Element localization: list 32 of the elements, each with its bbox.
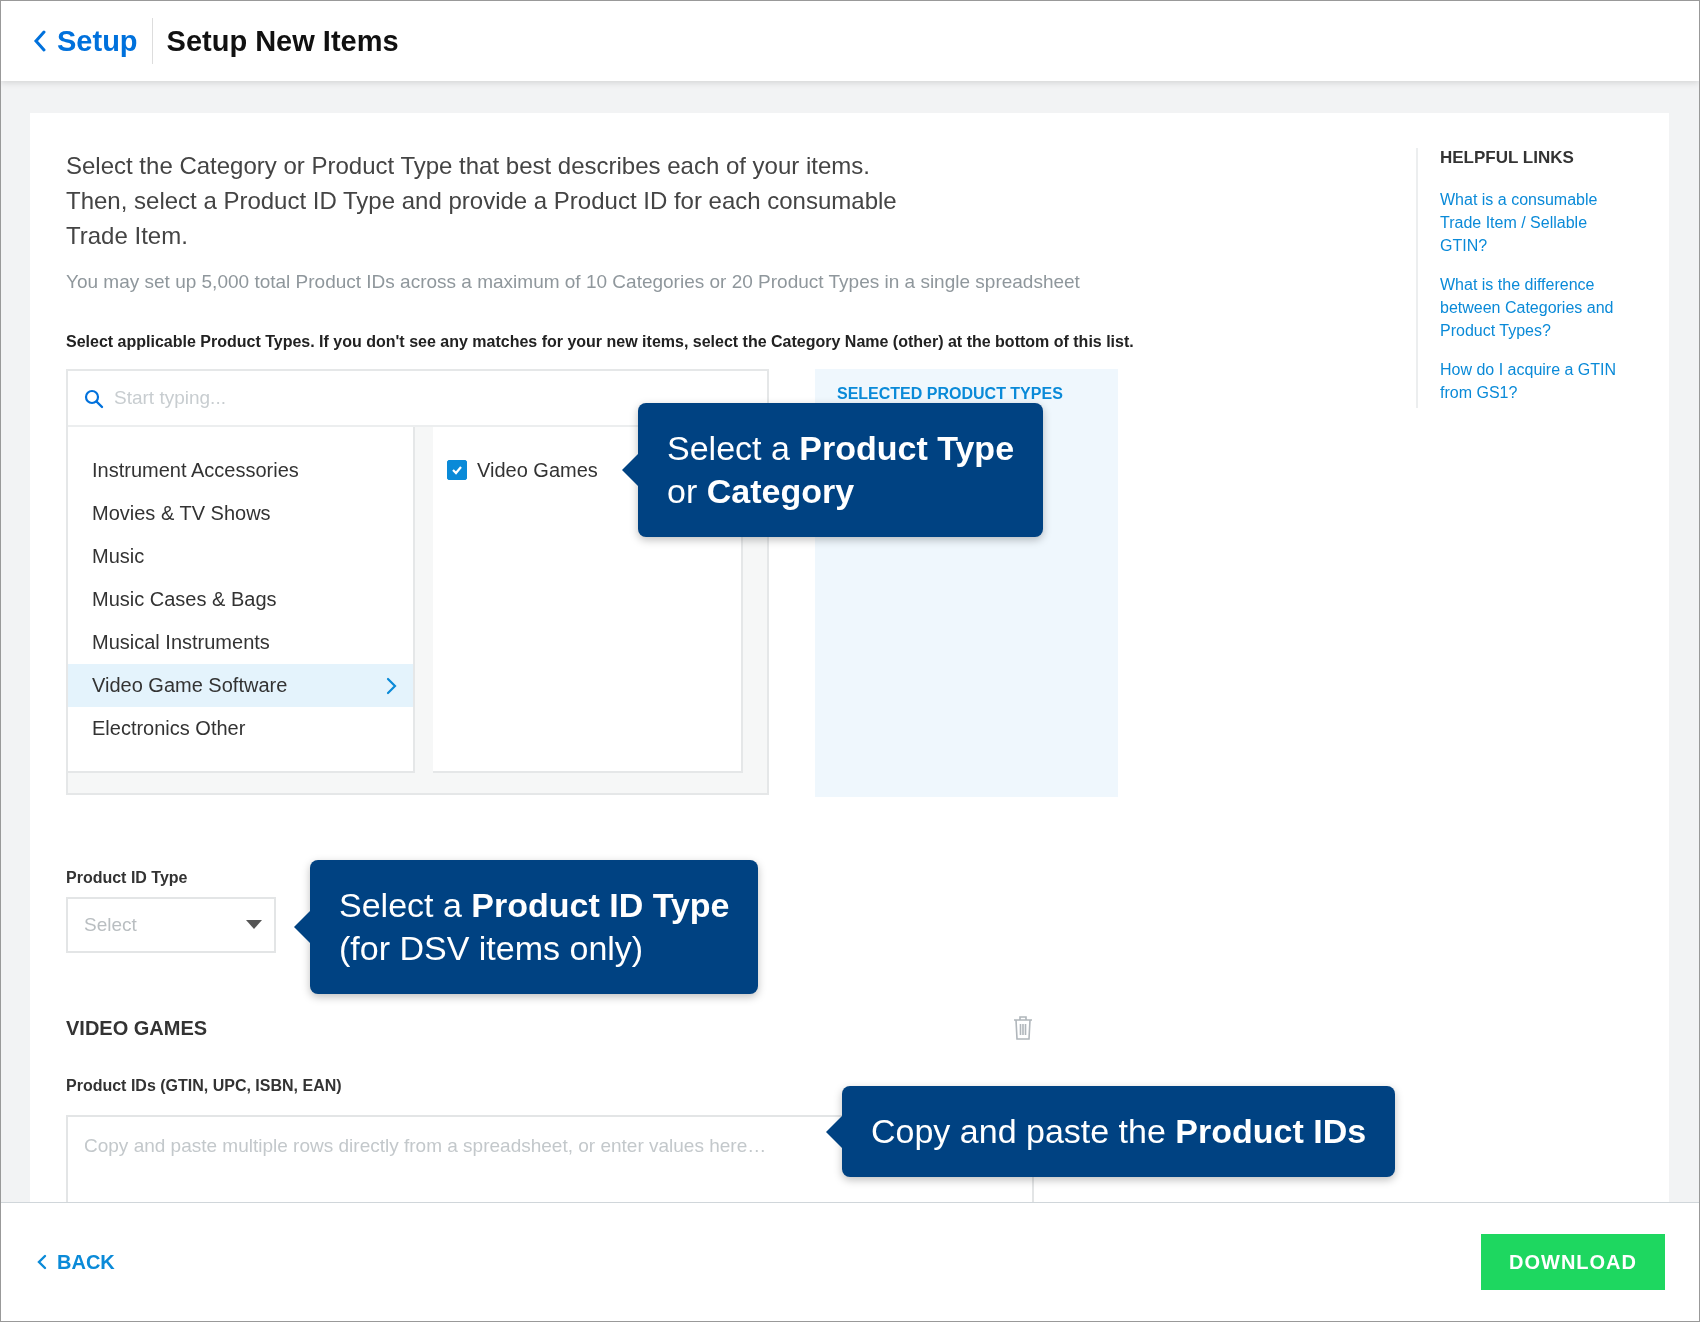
help-link[interactable]: What is a consumable Trade Item / Sellable GTIN? (1440, 188, 1630, 257)
callout-pointer (294, 911, 310, 943)
limit-note: You may set up 5,000 total Product IDs across a maximum of 10 Categories or 20 Product Types in a single spreadsheet (66, 271, 1081, 293)
category-item[interactable]: Instrument Accessories (68, 449, 413, 492)
helpful-links-title: HELPFUL LINKS (1440, 148, 1575, 168)
intro-text: Select the Category or Product Type that best describes each of your items. (66, 151, 871, 181)
section-title: VIDEO GAMES (66, 1016, 208, 1040)
checkbox[interactable] (447, 460, 467, 480)
chevron-right-icon (385, 676, 397, 695)
field-label: Product ID Type (66, 869, 189, 887)
category-item[interactable]: Musical Instruments (68, 621, 413, 664)
category-item[interactable]: Video Game Software (68, 664, 413, 707)
instruction-text: Select applicable Product Types. If you don't see any matches for your new items, select the Category Name (other) at the bottom of this list. (66, 333, 1135, 351)
caret-icon (246, 920, 262, 930)
intro-text: Then, select a Product ID Type and provide a Product ID for each consumable Trade Item. (66, 186, 898, 251)
category-item[interactable]: Electronics Other (68, 707, 413, 750)
product-type-label: Video Games (477, 458, 598, 482)
help-link[interactable]: How do I acquire a GTIN from GS1? (1440, 358, 1630, 404)
trash-icon[interactable] (1012, 1015, 1034, 1041)
chevron-left-icon (33, 30, 47, 52)
category-item[interactable]: Music Cases & Bags (68, 578, 413, 621)
field-label: Product IDs (GTIN, UPC, ISBN, EAN) (66, 1077, 343, 1095)
help-link[interactable]: What is the difference between Categories and Product Types? (1440, 273, 1630, 342)
category-item[interactable]: Movies & TV Shows (68, 492, 413, 535)
page-title: Setup New Items (166, 24, 399, 58)
callout-pointer (622, 454, 638, 486)
back-link[interactable]: Setup (33, 24, 138, 58)
back-link[interactable]: BACK (37, 1250, 115, 1274)
category-item[interactable]: Music (68, 535, 413, 578)
chevron-left-icon (37, 1254, 47, 1270)
panel-title: SELECTED PRODUCT TYPES (837, 385, 1063, 402)
callout-pointer (826, 1115, 842, 1148)
